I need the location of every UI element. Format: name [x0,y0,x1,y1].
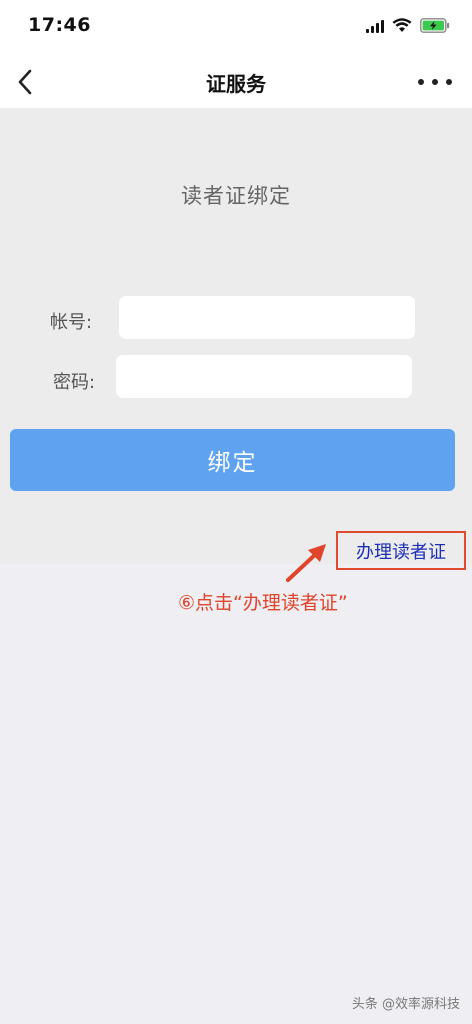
watermark: 头条 @效率源科技 [351,997,460,1012]
annotation-arrow-icon [286,544,326,582]
password-input[interactable] [116,355,412,398]
page-title: 证服务 [206,72,266,96]
status-time: 17:46 [28,14,91,36]
status-bar: 17:46 [0,0,472,56]
bind-button[interactable]: 绑定 [10,429,455,491]
annotation-instruction: ⑥点击“办理读者证” [178,592,348,614]
apply-reader-card-link[interactable]: 办理读者证 [336,531,466,570]
binding-panel: 读者证绑定 帐号: 密码: 绑定 [0,108,472,564]
account-label: 帐号: [50,312,93,333]
battery-charging-icon [420,18,450,33]
wifi-icon [392,18,412,32]
nav-bar: 证服务 [0,56,472,108]
signal-icon [366,19,384,33]
binding-title: 读者证绑定 [181,184,291,208]
account-input[interactable] [119,296,415,339]
more-dots-icon[interactable] [418,70,452,94]
password-label: 密码: [53,372,96,393]
status-icons [366,18,450,33]
